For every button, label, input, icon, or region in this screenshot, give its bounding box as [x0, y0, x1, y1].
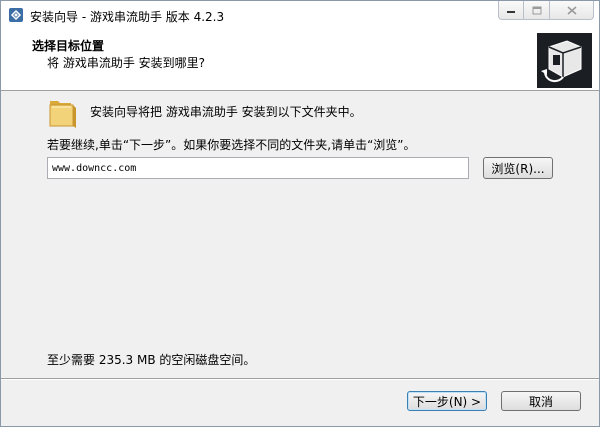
- folder-icon: [49, 101, 76, 128]
- maximize-button[interactable]: [524, 1, 550, 20]
- page-title: 选择目标位置: [32, 39, 105, 53]
- installer-app-icon: [9, 8, 23, 22]
- cancel-button[interactable]: 取消: [501, 391, 581, 411]
- continue-instruction-text: 若要继续,单击“下一步”。如果你要选择不同的文件夹,请单击“浏览”。: [47, 138, 416, 152]
- next-button[interactable]: 下一步(N) >: [407, 391, 487, 411]
- close-icon: [566, 5, 577, 15]
- installer-window: 安装向导 - 游戏串流助手 版本 4.2.3 选择目标位置 将 游戏串流助手 安…: [0, 0, 600, 427]
- window-controls: [498, 1, 594, 21]
- page-subtitle: 将 游戏串流助手 安装到哪里?: [47, 56, 205, 70]
- window-title: 安装向导 - 游戏串流助手 版本 4.2.3: [30, 10, 225, 24]
- title-bar[interactable]: 安装向导 - 游戏串流助手 版本 4.2.3: [1, 1, 599, 30]
- install-path-input[interactable]: [47, 157, 469, 179]
- setup-computer-box-icon: [537, 33, 592, 88]
- wizard-header: 选择目标位置 将 游戏串流助手 安装到哪里?: [1, 30, 599, 91]
- minimize-icon: [507, 11, 515, 13]
- browse-button[interactable]: 浏览(R)...: [483, 157, 553, 179]
- close-button[interactable]: [550, 1, 594, 20]
- maximize-icon: [532, 6, 541, 14]
- footer-divider-highlight: [1, 379, 599, 380]
- install-destination-text: 安装向导将把 游戏串流助手 安装到以下文件夹中。: [90, 105, 362, 119]
- minimize-button[interactable]: [498, 1, 524, 20]
- disk-space-text: 至少需要 235.3 MB 的空闲磁盘空间。: [47, 353, 256, 367]
